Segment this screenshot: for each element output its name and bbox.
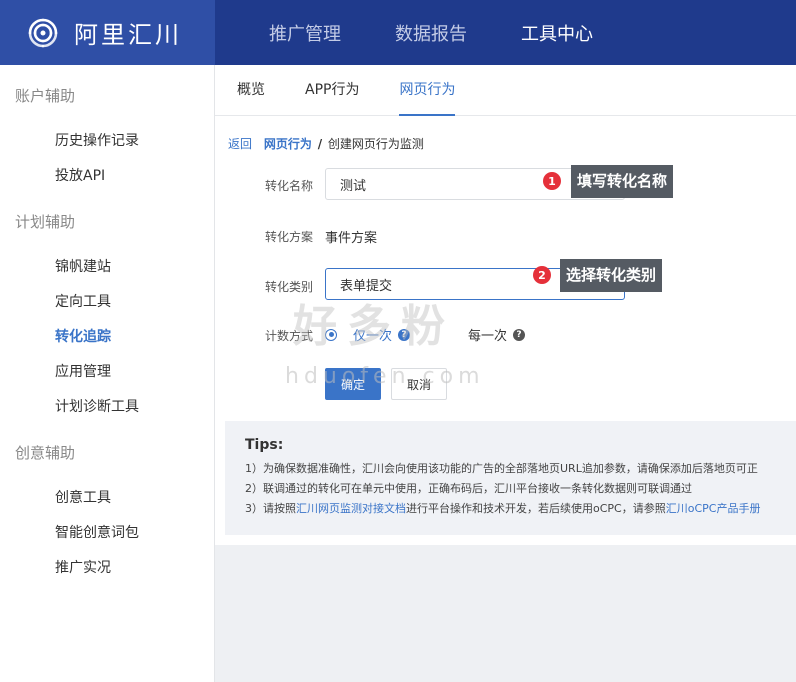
topnav-tools[interactable]: 工具中心 <box>521 20 593 46</box>
help-icon[interactable]: ? <box>513 328 526 341</box>
annotation-callout-1: 填写转化名称 <box>571 165 674 198</box>
tab-web[interactable]: 网页行为 <box>399 65 456 116</box>
tips-title: Tips: <box>245 437 284 453</box>
sidebar-item-live[interactable]: 推广实况 <box>0 558 111 578</box>
tab-bar: 概览 APP行为 网页行为 <box>215 65 796 116</box>
tips-ocpc-link[interactable]: 汇川oCPC产品手册 <box>666 502 761 515</box>
brand-name: 阿里汇川 <box>74 21 182 49</box>
sidebar-item-site-builder[interactable]: 锦帆建站 <box>0 257 111 277</box>
sidebar-item-diagnosis[interactable]: 计划诊断工具 <box>0 397 139 417</box>
breadcrumb-separator: / <box>317 137 323 151</box>
sidebar-item-apps[interactable]: 应用管理 <box>0 362 111 382</box>
annotation-badge-1: 1 <box>543 172 561 190</box>
name-label: 转化名称 <box>265 179 314 193</box>
topnav-reports[interactable]: 数据报告 <box>395 20 467 46</box>
tips-line-3-prefix: 3）请按照 <box>245 502 296 515</box>
brand-logo[interactable]: 阿里汇川 <box>0 0 215 65</box>
tips-line-1: 1）为确保数据准确性，汇川会向使用该功能的广告的全部落地页URL追加参数，请确保… <box>245 462 758 475</box>
top-nav: 推广管理 数据报告 工具中心 <box>215 0 647 65</box>
sidebar-item-history[interactable]: 历史操作记录 <box>0 131 139 151</box>
page-background <box>215 545 796 682</box>
annotation-callout-2: 选择转化类别 <box>560 259 663 292</box>
tips-panel: Tips: 1）为确保数据准确性，汇川会向使用该功能的广告的全部落地页URL追加… <box>225 421 796 535</box>
breadcrumb: 返回 网页行为 / 创建网页行为监测 <box>228 135 424 152</box>
sidebar-item-conversion[interactable]: 转化追踪 <box>0 327 111 347</box>
sidebar-item-word-pack[interactable]: 智能创意词包 <box>0 523 139 543</box>
tips-line-2: 2）联调通过的转化可在单元中使用，正确布码后，汇川平台接收一条转化数据则可联调通… <box>245 482 692 495</box>
sidebar: 账户辅助 历史操作记录 投放API 计划辅助 锦帆建站 定向工具 转化追踪 应用… <box>0 65 215 682</box>
breadcrumb-back-link[interactable]: 返回 <box>228 137 252 151</box>
topnav-promotion[interactable]: 推广管理 <box>269 20 341 46</box>
top-bar: 阿里汇川 推广管理 数据报告 工具中心 <box>0 0 796 65</box>
sidebar-group-plan: 计划辅助 <box>15 213 76 231</box>
radio-every-label[interactable]: 每一次 <box>468 325 507 344</box>
pinwheel-logo-icon <box>28 18 58 47</box>
watermark-url: hduofen.com <box>285 364 485 389</box>
sidebar-group-creative: 创意辅助 <box>15 444 76 462</box>
tab-app[interactable]: APP行为 <box>305 65 359 116</box>
breadcrumb-section-link[interactable]: 网页行为 <box>264 137 312 151</box>
annotation-badge-2: 2 <box>533 266 551 284</box>
watermark-text: 好多粉 <box>293 301 455 352</box>
tips-line-3-middle: 进行平台操作和技术开发，若后续使用oCPC，请参照 <box>406 502 666 515</box>
breadcrumb-current: 创建网页行为监测 <box>327 137 424 151</box>
tab-overview[interactable]: 概览 <box>237 65 265 116</box>
scheme-label: 转化方案 <box>265 230 314 244</box>
tips-doc-link[interactable]: 汇川网页监测对接文档 <box>296 502 406 515</box>
sidebar-item-api[interactable]: 投放API <box>0 166 105 186</box>
tips-line-3: 3）请按照汇川网页监测对接文档进行平台操作和技术开发，若后续使用oCPC，请参照… <box>245 499 796 519</box>
sidebar-item-targeting[interactable]: 定向工具 <box>0 292 111 312</box>
sidebar-group-account: 账户辅助 <box>15 87 76 105</box>
sidebar-item-creative-tools[interactable]: 创意工具 <box>0 488 111 508</box>
scheme-value: 事件方案 <box>325 231 378 246</box>
